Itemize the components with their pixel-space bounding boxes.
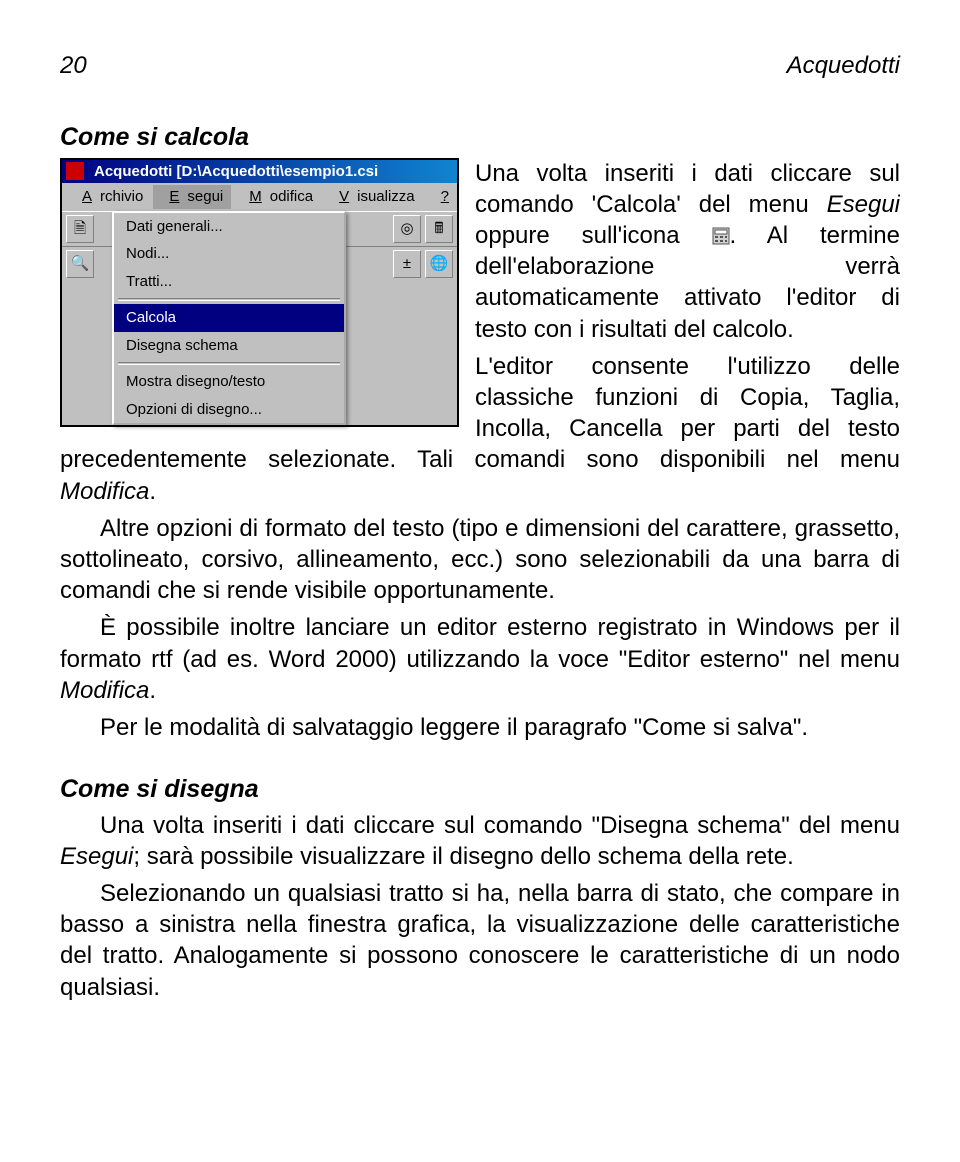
app-icon	[66, 162, 84, 180]
menu-item-calcola[interactable]: Calcola	[114, 304, 344, 332]
esegui-dropdown: Dati generali... Nodi... Tratti... Calco…	[112, 211, 346, 426]
globe-icon[interactable]: 🌐	[425, 250, 453, 278]
menu-modifica[interactable]: Modifica	[233, 185, 321, 209]
window-titlebar: Acquedotti [D:\Acquedotti\esempio1.csi	[62, 160, 457, 184]
page-header: 20 Acquedotti	[60, 50, 900, 81]
paragraph-draw-2: Selezionando un qualsiasi tratto si ha, …	[60, 878, 900, 1003]
em-modifica-2: Modifica	[60, 677, 149, 704]
menu-visualizza[interactable]: Visualizza	[323, 185, 423, 209]
app-screenshot: Acquedotti [D:\Acquedotti\esempio1.csi A…	[60, 158, 459, 428]
menu-help[interactable]: ?	[425, 185, 465, 209]
menu-item-opzioni-disegno[interactable]: Opzioni di disegno...	[114, 396, 344, 424]
menu-item-dati-generali[interactable]: Dati generali...	[114, 213, 344, 241]
zoom-in-icon[interactable]: 🔍	[66, 250, 94, 278]
menu-esegui[interactable]: Esegui	[153, 185, 231, 209]
toolbar-2: 🔍	[62, 247, 112, 281]
window-title: Acquedotti [D:\Acquedotti\esempio1.csi	[94, 162, 378, 182]
toolbar-1: 🗎	[62, 211, 112, 247]
menu-item-nodi[interactable]: Nodi...	[114, 240, 344, 268]
paragraph-draw-1: Una volta inseriti i dati cliccare sul c…	[60, 810, 900, 872]
menu-item-mostra-disegno[interactable]: Mostra disegno/testo	[114, 368, 344, 396]
calc-icon[interactable]: 🖩	[425, 215, 453, 243]
paragraph-calc-3: Altre opzioni di formato del testo (tipo…	[60, 513, 900, 607]
new-file-icon[interactable]: 🗎	[66, 215, 94, 243]
add-node-icon[interactable]: ±	[393, 250, 421, 278]
paragraph-calc-4: È possibile inoltre lanciare un editor e…	[60, 612, 900, 706]
menu-separator	[118, 298, 340, 301]
section-title-draw: Come si disegna	[60, 773, 900, 806]
page-number: 20	[60, 50, 87, 81]
toolbar-1b: ◎ 🖩	[346, 211, 457, 247]
paragraph-calc-5: Per le modalità di salvataggio leggere i…	[60, 712, 900, 743]
page-title: Acquedotti	[787, 50, 900, 81]
toolbar-2b: ± 🌐	[346, 247, 457, 281]
em-esegui-1: Esegui	[827, 191, 900, 218]
menu-item-tratti[interactable]: Tratti...	[114, 268, 344, 296]
menu-item-disegna-schema[interactable]: Disegna schema	[114, 332, 344, 360]
section-title-calc: Come si calcola	[60, 121, 900, 154]
calc-inline-icon	[712, 227, 730, 245]
em-esegui-2: Esegui	[60, 843, 133, 870]
target-icon[interactable]: ◎	[393, 215, 421, 243]
menu-separator	[118, 362, 340, 365]
menubar: Archivio Esegui Modifica Visualizza ?	[62, 183, 457, 211]
menu-archivio[interactable]: Archivio	[66, 185, 151, 209]
em-modifica-1: Modifica	[60, 478, 149, 505]
